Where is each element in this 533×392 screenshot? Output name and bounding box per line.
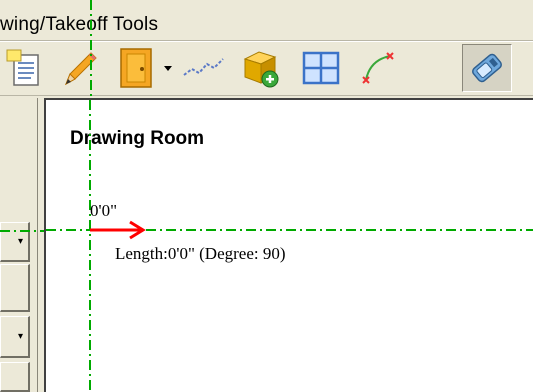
notes-icon — [6, 49, 39, 86]
left-panel-button-2[interactable] — [0, 362, 30, 392]
polyline-icon — [183, 58, 224, 76]
dropdown-arrow-icon: ▾ — [17, 235, 23, 247]
title-divider-highlight — [0, 41, 533, 42]
door-dropdown-button[interactable] — [160, 44, 176, 92]
pencil-button[interactable] — [55, 44, 105, 92]
left-panel-button[interactable] — [0, 264, 30, 312]
toolbar-divider — [0, 95, 533, 96]
left-panel: ▾ ▾ — [0, 98, 44, 392]
window-grid-icon — [302, 51, 340, 85]
direction-arrow — [90, 220, 146, 240]
horizontal-guide-left — [0, 230, 44, 232]
door-button[interactable] — [115, 44, 157, 92]
add-box-icon — [243, 51, 279, 88]
polyline-button[interactable] — [178, 44, 230, 92]
drawing-canvas[interactable]: Drawing Room 0'0" Length:0'0" (Degree: 9… — [46, 100, 533, 392]
notes-button[interactable] — [0, 44, 50, 92]
length-readout: Length:0'0" (Degree: 90) — [115, 244, 286, 263]
door-icon — [120, 48, 152, 88]
pencil-icon — [65, 52, 97, 86]
curve-icon — [362, 52, 394, 84]
curve-button[interactable] — [354, 44, 402, 92]
measure-tool-icon — [472, 53, 502, 83]
dropdown-arrow-icon — [164, 66, 172, 71]
drawing-toolbar — [0, 44, 533, 92]
measure-tool-button[interactable] — [462, 44, 512, 92]
window-grid-button[interactable] — [296, 44, 346, 92]
dropdown-arrow-icon: ▾ — [17, 330, 23, 342]
vertical-guide-top — [90, 0, 92, 98]
takeoff-window: wing/Takeoff Tools ▾ ▾ Drawing Room 0'0"… — [0, 0, 533, 392]
left-panel-dropdown-1[interactable]: ▾ — [0, 222, 30, 262]
coordinate-label: 0'0" — [90, 201, 118, 220]
toolbar-title: wing/Takeoff Tools — [0, 14, 159, 35]
add-box-button[interactable] — [236, 44, 286, 92]
left-panel-dropdown-2[interactable]: ▾ — [0, 316, 30, 358]
